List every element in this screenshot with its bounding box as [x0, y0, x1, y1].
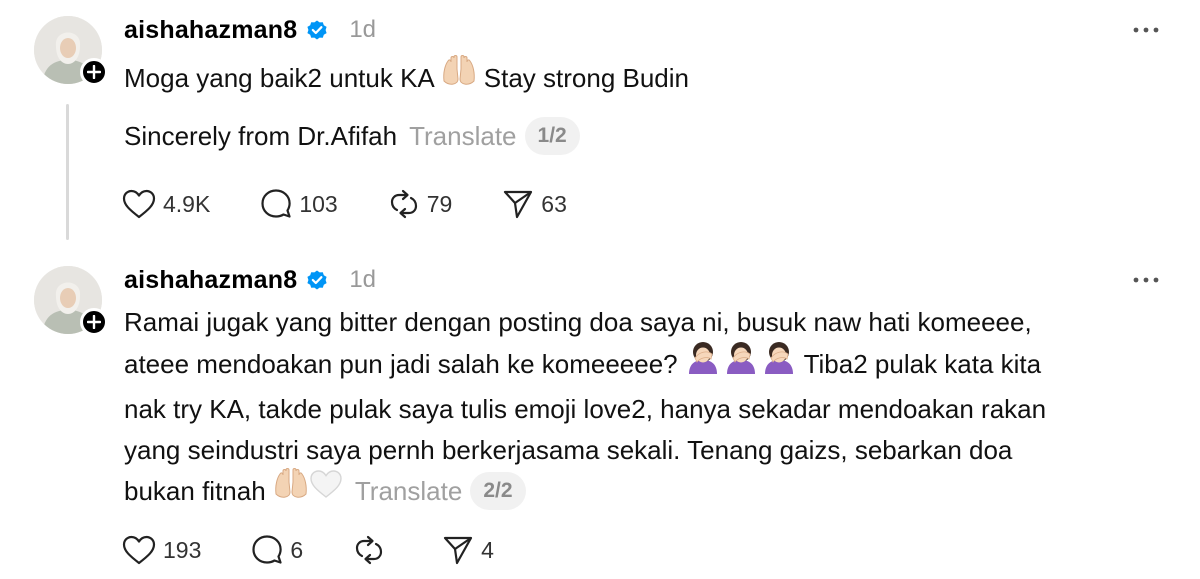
post-text-line: nak try KA, takde pulak saya tulis emoji… [124, 394, 1047, 424]
repost-button[interactable]: 79 [388, 186, 453, 222]
post-body: Ramai jugak yang bitter dengan posting d… [124, 302, 1164, 515]
like-button[interactable]: 4.9K [122, 186, 210, 222]
repost-icon [356, 535, 383, 565]
like-count: 193 [163, 536, 202, 563]
follow-plus-icon[interactable] [80, 308, 108, 336]
share-button[interactable]: 63 [502, 186, 567, 222]
reply-button[interactable]: 103 [260, 186, 338, 222]
like-button[interactable]: 193 [122, 532, 201, 568]
share-button[interactable]: 4 [442, 532, 494, 568]
post-header: aishahazman8 1d [124, 262, 376, 298]
post-text-line: Moga yang baik2 untuk KA Stay strong Bud… [124, 55, 1164, 102]
repost-icon [390, 189, 417, 219]
thread-connector-line [66, 104, 69, 240]
comment-bubble-icon [252, 535, 283, 564]
avatar-container[interactable] [34, 16, 108, 86]
send-icon [444, 536, 473, 565]
post-header: aishahazman8 1d [124, 12, 376, 48]
thread-post-2: aishahazman8 1d Ramai jugak yang bitter … [0, 250, 1200, 579]
reply-count: 6 [290, 536, 304, 563]
post-text-line: bukan fitnah Translate 2/2 [124, 468, 1164, 515]
reply-button[interactable]: 6 [251, 532, 303, 568]
translate-link[interactable]: Translate [355, 476, 462, 506]
raised-hands-emoji [273, 468, 309, 512]
heart-icon [122, 189, 156, 219]
like-count: 4.9K [163, 190, 211, 217]
post-actions: 4.9K 103 79 63 [122, 186, 617, 222]
reply-count: 103 [299, 190, 338, 217]
verified-badge-icon [307, 20, 327, 40]
post-text-line: yang seindustri saya pernh berkerjasama … [124, 435, 1013, 465]
white-heart-emoji [309, 469, 343, 511]
share-count: 63 [541, 190, 567, 217]
thread-post-1: aishahazman8 1d Moga yang baik2 untuk KA… [0, 0, 1200, 250]
repost-count: 79 [426, 190, 453, 217]
follow-plus-icon[interactable] [80, 58, 108, 86]
post-text-line: Ramai jugak yang bitter dengan posting d… [124, 307, 1032, 337]
verified-badge-icon [307, 270, 327, 290]
post-text-line: ateee mendoakan pun jadi salah ke komeee… [124, 340, 1164, 389]
raised-hands-emoji [441, 55, 477, 99]
post-time: 1d [349, 16, 377, 43]
avatar-container[interactable] [34, 266, 108, 336]
comment-bubble-icon [261, 189, 292, 218]
username[interactable]: aishahazman8 [124, 266, 297, 295]
username[interactable]: aishahazman8 [124, 16, 297, 45]
more-options-icon[interactable] [1126, 12, 1166, 48]
more-options-icon[interactable] [1126, 262, 1166, 298]
woman-facepalming-emoji [685, 340, 797, 386]
repost-button[interactable] [353, 532, 392, 568]
post-actions: 193 6 4 [122, 532, 544, 568]
share-count: 4 [481, 536, 494, 563]
page-indicator: 2/2 [470, 472, 526, 511]
page-indicator: 1/2 [524, 117, 580, 156]
post-time: 1d [349, 266, 377, 293]
heart-icon [122, 535, 156, 565]
send-icon [504, 190, 533, 219]
translate-link[interactable]: Translate [409, 121, 516, 151]
post-text-line: Sincerely from Dr.Afifah Translate 1/2 [124, 116, 1164, 157]
